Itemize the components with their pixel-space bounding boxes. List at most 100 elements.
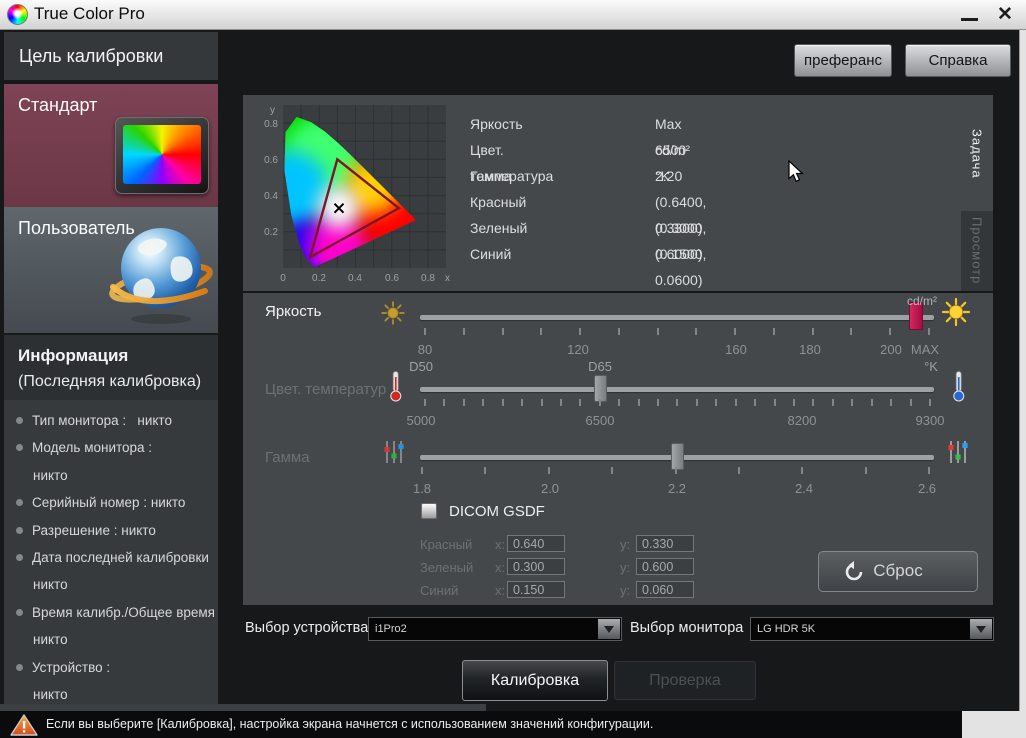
brightness-ticks (424, 328, 930, 335)
gamma-label: Гамма (265, 449, 310, 466)
globe-icon (109, 221, 215, 329)
svg-text:0.6: 0.6 (385, 273, 399, 284)
brightness-slider-track[interactable] (420, 315, 934, 320)
red-y-field[interactable] (636, 535, 694, 552)
sidebar-info-header: Информация (Последняя калибровка) (4, 335, 218, 400)
bullet-icon (16, 609, 23, 616)
target-value: 2.20 (655, 163, 682, 189)
info-title: Информация (18, 343, 218, 369)
svg-text:0.8: 0.8 (421, 273, 435, 284)
green-y-field[interactable] (636, 558, 694, 575)
warning-icon (10, 714, 38, 737)
app-logo-icon (7, 4, 28, 25)
chevron-down-icon[interactable] (598, 619, 620, 639)
adjust-panel: Яркость cd/m² 80 120 160 180 200 MAX D50… (243, 293, 993, 605)
blue-y-field[interactable] (636, 581, 694, 598)
target-panel: y 0.8 0.6 0.4 0.2 0 0.2 0.4 0.6 0.8 x Яр… (243, 95, 993, 291)
tab-view[interactable]: Просмотр (961, 211, 993, 291)
rgb-mixer-icon (382, 439, 406, 465)
close-button[interactable]: ✕ (992, 3, 1018, 27)
list-item: Серийный номер : никто (16, 489, 218, 516)
target-label: Красный (470, 189, 526, 215)
gamma-slider-handle[interactable] (671, 443, 684, 470)
sun-dim-icon (380, 300, 406, 326)
target-label: Зеленый (470, 215, 527, 241)
chromaticity-diagram: y 0.8 0.6 0.4 0.2 0 0.2 0.4 0.6 0.8 x (253, 99, 458, 285)
rgb-mixer-icon (946, 439, 970, 465)
bullet-icon (16, 417, 23, 424)
dicom-label: DICOM GSDF (449, 503, 545, 520)
brightness-label: Яркость (265, 303, 321, 320)
sun-bright-icon (941, 297, 971, 327)
temperature-unit: °K (924, 359, 938, 374)
standard-tile-label: Стандарт (18, 95, 97, 116)
window-right-border (1019, 30, 1026, 738)
list-item: Устройство : (16, 654, 218, 681)
window-title: True Color Pro (34, 4, 145, 24)
bullet-icon (16, 527, 23, 534)
svg-text:y: y (270, 105, 275, 116)
svg-text:0.8: 0.8 (264, 119, 278, 130)
svg-text:0.6: 0.6 (264, 155, 278, 166)
gamma-ticks (421, 467, 930, 474)
list-item: Разрешение : никто (16, 517, 218, 544)
dicom-checkbox[interactable] (421, 503, 437, 519)
thermometer-cool-icon (952, 370, 966, 402)
svg-text:0.2: 0.2 (264, 227, 278, 238)
svg-text:0.4: 0.4 (264, 191, 278, 202)
target-value: (0.1500, 0.0600) (655, 241, 706, 293)
device-select-value: i1Pro2 (375, 618, 407, 640)
target-label: Гамма (470, 163, 512, 189)
info-subtitle: (Последняя калибровка) (18, 369, 218, 395)
green-x-field[interactable] (507, 558, 565, 575)
monitor-select-dropdown[interactable]: LG HDR 5K (750, 617, 994, 641)
list-item: Дата последней калибровки (16, 544, 218, 571)
sidebar-item-user[interactable]: Пользователь (4, 207, 218, 333)
window-resize-corner[interactable] (962, 711, 1026, 738)
red-x-field[interactable] (507, 535, 565, 552)
bullet-icon (16, 444, 23, 451)
device-select-dropdown[interactable]: i1Pro2 (368, 617, 622, 641)
brightness-unit: cd/m² (907, 294, 937, 308)
device-select-label: Выбор устройства (245, 620, 368, 636)
list-item: Модель монитора : (16, 434, 218, 461)
minimize-icon (961, 18, 978, 21)
sidebar-item-standard[interactable]: Стандарт (4, 84, 218, 207)
monitor-select-value: LG HDR 5K (757, 618, 815, 640)
bullet-icon (16, 554, 23, 561)
svg-text:0: 0 (280, 273, 286, 284)
temperature-slider-handle[interactable] (594, 375, 607, 402)
statusbar: Если вы выберите [Калибровка], настройка… (0, 711, 962, 738)
verify-button[interactable]: Проверка (614, 661, 756, 700)
status-strip (0, 704, 486, 711)
chevron-down-icon[interactable] (970, 619, 992, 639)
bullet-icon (16, 499, 23, 506)
status-message: Если вы выберите [Калибровка], настройка… (46, 711, 653, 737)
sidebar: Цель калибровки Стандарт Пользователь (4, 32, 218, 704)
bullet-icon (16, 664, 23, 671)
temperature-label: Цвет. температур (265, 381, 386, 398)
list-item: Время калибр./Общее время (16, 599, 218, 626)
minimize-button[interactable] (958, 6, 982, 26)
temperature-slider-track[interactable] (420, 387, 934, 392)
monitor-select-label: Выбор монитора (630, 620, 743, 636)
svg-text:0.2: 0.2 (312, 273, 326, 284)
preferences-button[interactable]: преферанс (794, 44, 892, 77)
list-item: Тип монитора : никто (16, 407, 218, 434)
temperature-ticks (424, 399, 931, 406)
target-label: Яркость (470, 111, 523, 137)
monitor-color-icon (115, 117, 209, 194)
svg-text:x: x (445, 273, 450, 284)
blue-x-field[interactable] (507, 581, 565, 598)
app-window: True Color Pro ✕ Цель калибровки Стандар… (0, 0, 1026, 738)
sidebar-info-list: Тип монитора : никто Модель монитора : н… (4, 400, 218, 704)
tab-task[interactable]: Задача (961, 97, 993, 211)
sidebar-header: Цель калибровки (4, 32, 218, 80)
reset-button[interactable]: Сброс (818, 551, 978, 592)
svg-text:0.4: 0.4 (348, 273, 362, 284)
target-label: Синий (470, 241, 511, 267)
titlebar: True Color Pro ✕ (0, 0, 1026, 30)
help-button[interactable]: Справка (905, 44, 1011, 77)
thermometer-warm-icon (389, 370, 403, 402)
calibrate-button[interactable]: Калибровка (462, 660, 608, 701)
